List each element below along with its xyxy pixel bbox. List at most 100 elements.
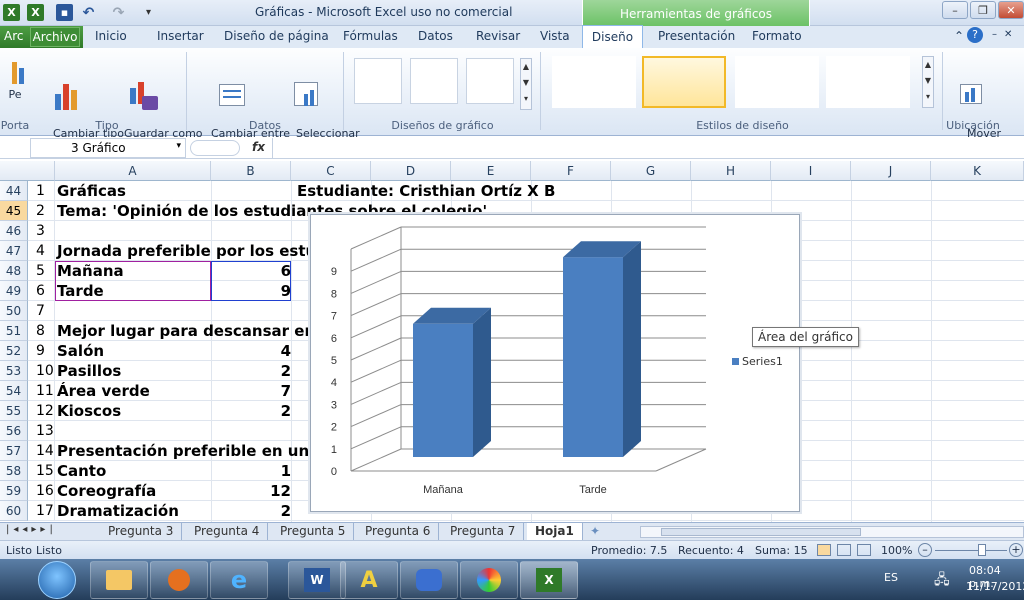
sheet-tab[interactable]: Pregunta 3 [100, 523, 183, 541]
tab-insertar[interactable]: Insertar [157, 29, 204, 43]
cell-a[interactable]: Kioscos [57, 401, 121, 421]
undo-icon[interactable]: ↶ [80, 4, 97, 21]
sheet-tab[interactable]: Pregunta 7 [442, 523, 525, 541]
zoom-level[interactable]: 100% [881, 544, 912, 557]
chart-layouts-scroll[interactable]: ▲ ▼ ▾ [520, 58, 532, 110]
sheet-tab[interactable]: Hoja1 [527, 523, 583, 541]
row-number-cell[interactable]: 17 [28, 501, 55, 521]
row-number-cell[interactable]: 14 [28, 441, 55, 461]
row-header[interactable]: 55 [0, 401, 28, 421]
explorer-icon[interactable] [90, 561, 148, 599]
select-all-corner[interactable] [0, 161, 55, 181]
horizontal-scrollbar[interactable] [640, 526, 1024, 538]
cell-a[interactable]: Coreografía [57, 481, 156, 501]
row-header[interactable]: 58 [0, 461, 28, 481]
chart-style-red[interactable] [826, 56, 910, 108]
row-header[interactable]: 54 [0, 381, 28, 401]
chart-style-blue-selected[interactable] [642, 56, 726, 108]
row-header[interactable]: 56 [0, 421, 28, 441]
cell-c[interactable]: Estudiante: Cristhian Ortíz X B [297, 181, 555, 201]
row-number-cell[interactable]: 15 [28, 461, 55, 481]
restore-button[interactable]: ❐ [970, 1, 996, 19]
row-number-cell[interactable]: 7 [28, 301, 55, 321]
cell-a[interactable]: Pasillos [57, 361, 121, 381]
name-box-dropdown-icon[interactable]: ▾ [176, 141, 181, 151]
cell-a[interactable]: Presentación preferible en un acto [57, 441, 351, 461]
row-header[interactable]: 59 [0, 481, 28, 501]
row-number-cell[interactable]: 13 [28, 421, 55, 441]
cell-a[interactable]: Área verde [57, 381, 150, 401]
column-header-d[interactable]: D [371, 161, 451, 181]
zoom-slider-thumb[interactable] [978, 544, 986, 556]
tab-formato[interactable]: Formato [752, 29, 802, 43]
cell-b[interactable]: 2 [211, 361, 291, 381]
row-header[interactable]: 57 [0, 441, 28, 461]
start-button[interactable] [38, 561, 76, 599]
column-header-h[interactable]: H [691, 161, 771, 181]
insert-function-icon[interactable]: fx [252, 140, 265, 154]
insert-sheet-icon[interactable]: ✦ [590, 524, 600, 538]
name-box[interactable]: 3 Gráfico ▾ [30, 138, 186, 158]
zoom-slider[interactable] [935, 550, 1007, 551]
help-icon[interactable]: ? [967, 27, 983, 43]
workbook-close-icon[interactable]: ✕ [1004, 29, 1012, 40]
row-number-cell[interactable]: 12 [28, 401, 55, 421]
app-a-icon[interactable]: A [340, 561, 398, 599]
cell-b[interactable]: 4 [211, 341, 291, 361]
column-header-f[interactable]: F [531, 161, 611, 181]
language-indicator[interactable]: ES [884, 571, 898, 584]
paint-icon[interactable] [460, 561, 518, 599]
clock-date[interactable]: 11/17/2012 [966, 580, 1024, 593]
network-icon[interactable]: 🖧 [934, 569, 950, 593]
chart-layout-2[interactable] [410, 58, 458, 104]
word-icon[interactable]: W [288, 561, 346, 599]
formula-bar-resize-handle[interactable] [190, 140, 240, 156]
cell-b[interactable]: 2 [211, 501, 291, 521]
column-header-e[interactable]: E [451, 161, 531, 181]
chart-legend[interactable]: Series1 [732, 355, 783, 368]
row-header[interactable]: 50 [0, 301, 28, 321]
column-header-j[interactable]: J [851, 161, 931, 181]
chart-layout-3[interactable] [466, 58, 514, 104]
messenger-icon[interactable] [400, 561, 458, 599]
row-header[interactable]: 46 [0, 221, 28, 241]
row-number-cell[interactable]: 2 [28, 201, 55, 221]
cell-a[interactable]: Dramatización [57, 501, 179, 521]
row-number-cell[interactable]: 3 [28, 221, 55, 241]
tab-formulas[interactable]: Fórmulas [343, 29, 398, 43]
cell-b[interactable]: 12 [211, 481, 291, 501]
excel-app-icon[interactable]: X [3, 4, 20, 21]
customize-quick-access-icon[interactable]: ▾ [140, 4, 157, 21]
row-number-cell[interactable]: 11 [28, 381, 55, 401]
tab-revisar[interactable]: Revisar [476, 29, 520, 43]
row-header[interactable]: 52 [0, 341, 28, 361]
zoom-in-icon[interactable]: + [1009, 543, 1023, 557]
workbook-minimize-icon[interactable]: – [992, 29, 997, 40]
chart-style-gray[interactable] [552, 56, 636, 108]
internet-explorer-icon[interactable]: e [210, 561, 268, 599]
media-player-icon[interactable] [150, 561, 208, 599]
tab-vista[interactable]: Vista [540, 29, 570, 43]
excel-icon[interactable]: X [27, 4, 44, 21]
row-number-cell[interactable]: 5 [28, 261, 55, 281]
row-header[interactable]: 51 [0, 321, 28, 341]
save-icon[interactable]: ▪ [56, 4, 73, 21]
tab-datos[interactable]: Datos [418, 29, 453, 43]
sheet-navigation-icons[interactable]: |◂◂▸▸| [6, 524, 57, 535]
row-header[interactable]: 48 [0, 261, 28, 281]
cell-a[interactable]: Salón [57, 341, 104, 361]
table-row[interactable]: Gráficas Estudiante: Cristhian Ortíz X B [55, 181, 1024, 201]
chart-styles-scroll[interactable]: ▲ ▼ ▾ [922, 56, 934, 108]
tab-archivo[interactable]: Arc Archivo [0, 26, 83, 48]
row-header[interactable]: 44 [0, 181, 28, 201]
zoom-out-icon[interactable]: – [918, 543, 932, 557]
cell-b[interactable]: 2 [211, 401, 291, 421]
row-header[interactable]: 60 [0, 501, 28, 521]
sheet-tab[interactable]: Pregunta 5 [272, 523, 355, 541]
page-break-view-icon[interactable] [857, 544, 871, 556]
embedded-chart[interactable]: 0 1 2 3 4 5 6 7 8 9 Mañana Tarde [310, 214, 800, 512]
close-button[interactable]: ✕ [998, 1, 1024, 19]
column-header-g[interactable]: G [611, 161, 691, 181]
row-number-cell[interactable]: 6 [28, 281, 55, 301]
row-header[interactable]: 47 [0, 241, 28, 261]
